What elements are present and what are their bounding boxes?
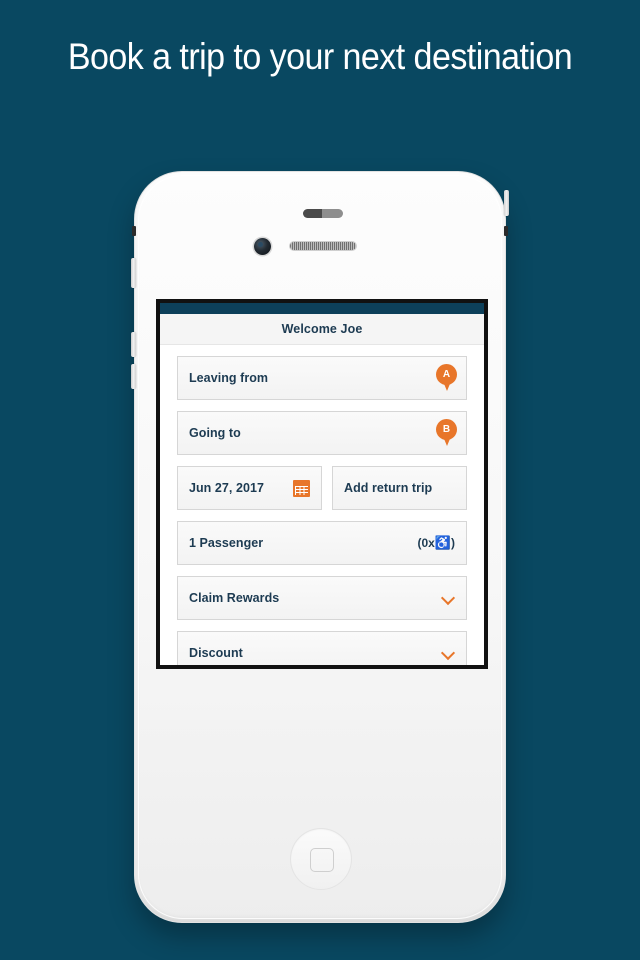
leaving-from-label: Leaving from <box>189 371 269 385</box>
right-antenna-band <box>504 226 508 236</box>
screen-bezel: Welcome Joe Leaving from A Going to B Ju… <box>156 299 488 669</box>
chevron-down-icon[interactable] <box>442 592 455 605</box>
page-title: Welcome Joe <box>281 322 363 336</box>
wheelchair-icon: ♿ <box>434 535 451 550</box>
leaving-from-input[interactable]: Leaving from A <box>177 356 467 400</box>
volume-down-button[interactable] <box>131 364 136 389</box>
phone-screen: Welcome Joe Leaving from A Going to B Ju… <box>160 303 484 665</box>
booking-form: Leaving from A Going to B Jun 27, 2017 A… <box>160 345 484 665</box>
passengers-label: 1 Passenger <box>189 536 264 550</box>
phone-device: Welcome Joe Leaving from A Going to B Ju… <box>131 171 509 923</box>
volume-up-button[interactable] <box>131 332 136 357</box>
discount-label: Discount <box>189 646 243 660</box>
date-row: Jun 27, 2017 Add return trip <box>177 466 467 510</box>
page-headline: Book a trip to your next destination <box>67 36 573 77</box>
chevron-down-icon[interactable] <box>442 647 455 660</box>
claim-rewards-select[interactable]: Claim Rewards <box>177 576 467 620</box>
calendar-icon[interactable] <box>293 479 310 497</box>
front-camera-icon <box>254 238 271 255</box>
home-button[interactable] <box>290 828 352 890</box>
passengers-input[interactable]: 1 Passenger (0x♿) <box>177 521 467 565</box>
proximity-sensor-icon <box>303 209 343 218</box>
map-pin-a-icon: A <box>436 364 457 394</box>
add-return-trip-button[interactable]: Add return trip <box>332 466 467 510</box>
going-to-input[interactable]: Going to B <box>177 411 467 455</box>
map-pin-b-icon: B <box>436 419 457 449</box>
discount-select[interactable]: Discount <box>177 631 467 665</box>
add-return-trip-label: Add return trip <box>344 481 433 495</box>
earpiece-speaker-icon <box>290 242 356 250</box>
depart-date-input[interactable]: Jun 27, 2017 <box>177 466 322 510</box>
going-to-label: Going to <box>189 426 241 440</box>
status-bar <box>160 303 484 314</box>
power-button[interactable] <box>504 190 509 216</box>
left-antenna-band <box>132 226 136 236</box>
mute-switch[interactable] <box>131 258 136 288</box>
claim-rewards-label: Claim Rewards <box>189 591 280 605</box>
app-header: Welcome Joe <box>160 314 484 345</box>
depart-date-label: Jun 27, 2017 <box>189 481 264 495</box>
accessible-count: (0x♿) <box>417 535 455 550</box>
